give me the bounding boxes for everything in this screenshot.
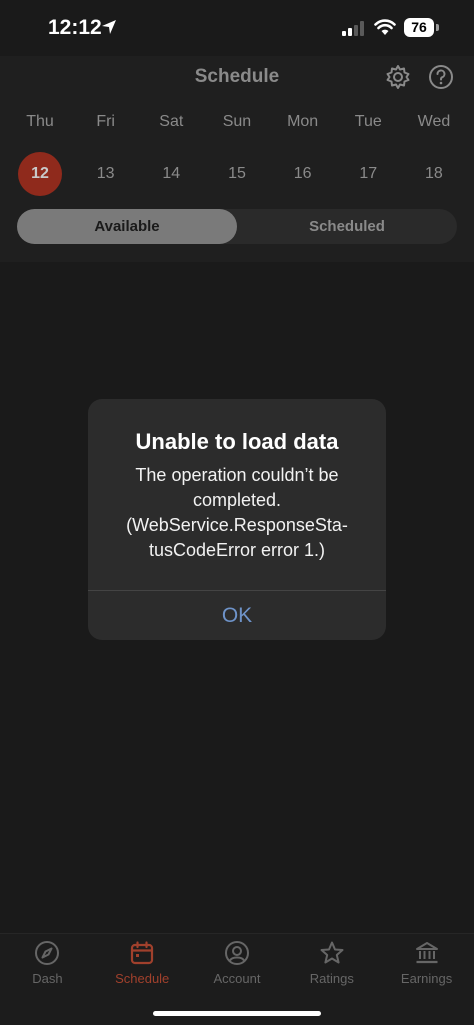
day-name: Wed — [417, 113, 451, 130]
day-name: Mon — [287, 113, 319, 130]
error-alert-dialog: Unable to load data The operation couldn… — [88, 399, 386, 640]
day-number[interactable]: 14 — [149, 152, 193, 196]
gear-icon[interactable] — [385, 64, 411, 90]
location-arrow-icon — [102, 20, 116, 34]
wifi-icon — [374, 19, 396, 35]
day-name: Fri — [96, 113, 115, 130]
day-number-selected[interactable]: 12 — [18, 152, 62, 196]
day-tue[interactable]: Tue 17 — [336, 112, 400, 196]
tab-available[interactable]: Available — [17, 209, 237, 244]
tab-ratings[interactable]: Ratings — [284, 940, 379, 986]
status-bar: 12:12 76 — [0, 0, 474, 56]
status-time: 12:12 — [48, 16, 102, 39]
account-icon — [224, 941, 249, 965]
tab-label: Earnings — [400, 971, 453, 986]
schedule-header: Schedule Thu 12 Fri 13 Sat 14 Sun 15 Mon — [0, 56, 474, 262]
day-number[interactable]: 18 — [412, 152, 456, 196]
battery-tip — [436, 24, 439, 31]
day-number[interactable]: 13 — [84, 152, 128, 196]
day-name: Sun — [222, 113, 252, 130]
home-indicator — [153, 1011, 321, 1016]
day-name: Sat — [159, 113, 184, 130]
availability-segmented-control: Available Scheduled — [17, 209, 457, 244]
day-number[interactable]: 15 — [215, 152, 259, 196]
tab-account[interactable]: Account — [190, 940, 285, 986]
battery-icon: 76 — [404, 18, 434, 37]
compass-icon — [35, 941, 60, 965]
day-name: Tue — [354, 113, 382, 130]
week-days-row: Thu 12 Fri 13 Sat 14 Sun 15 Mon 16 Tue 1… — [8, 112, 466, 196]
day-sun[interactable]: Sun 15 — [205, 112, 269, 196]
day-thu[interactable]: Thu 12 — [8, 112, 72, 196]
day-fri[interactable]: Fri 13 — [74, 112, 138, 196]
tab-earnings[interactable]: Earnings — [379, 940, 474, 986]
ok-button[interactable]: OK — [88, 591, 386, 640]
alert-title: Unable to load data — [135, 429, 339, 454]
day-number[interactable]: 16 — [281, 152, 325, 196]
bank-icon — [415, 942, 438, 964]
tab-label: Ratings — [309, 971, 354, 986]
tab-label: Dash — [32, 971, 63, 986]
star-icon — [320, 941, 344, 964]
day-number[interactable]: 17 — [346, 152, 390, 196]
tab-schedule[interactable]: Schedule — [95, 940, 190, 986]
tab-label: Account — [213, 971, 261, 986]
tab-scheduled[interactable]: Scheduled — [237, 209, 457, 244]
day-wed[interactable]: Wed 18 — [402, 112, 466, 196]
help-icon[interactable] — [428, 64, 454, 90]
day-mon[interactable]: Mon 16 — [271, 112, 335, 196]
calendar-icon — [131, 941, 154, 965]
alert-message: The operation couldn’t be completed. (We… — [126, 465, 348, 560]
day-sat[interactable]: Sat 14 — [139, 112, 203, 196]
cellular-signal-icon — [342, 21, 364, 36]
tab-dash[interactable]: Dash — [0, 940, 95, 986]
tab-label: Schedule — [115, 971, 170, 986]
day-name: Thu — [26, 113, 54, 130]
